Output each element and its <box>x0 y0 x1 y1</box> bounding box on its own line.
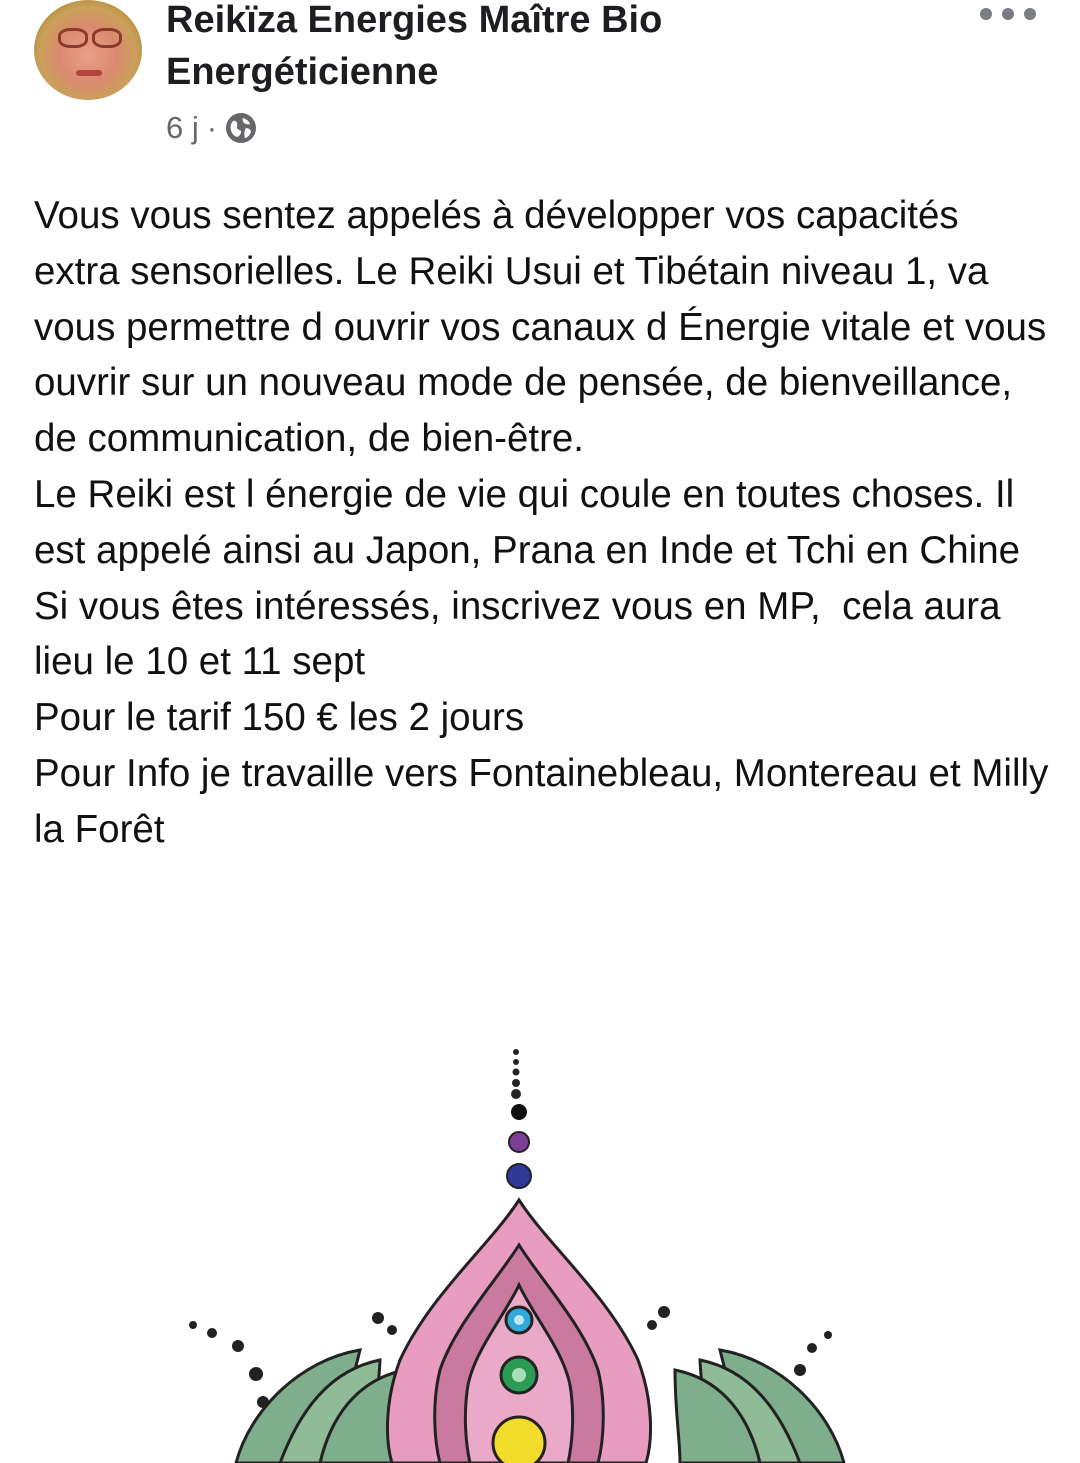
avatar-mouth <box>76 70 102 76</box>
post-header: Reikïza Energies Maître Bio Energéticien… <box>0 0 1080 160</box>
lotus-illustration <box>189 1049 846 1463</box>
post-timestamp[interactable]: 6 j <box>166 110 199 146</box>
avatar-glasses-left <box>58 28 88 48</box>
post-meta: 6 j · <box>166 108 257 148</box>
author-name[interactable]: Reikïza Energies Maître Bio Energéticien… <box>166 0 906 98</box>
post-text: Vous vous sentez appelés à développer vo… <box>34 194 1049 851</box>
more-dot <box>980 8 992 20</box>
author-avatar[interactable] <box>34 0 142 100</box>
post-image-lotus[interactable] <box>0 1030 1080 1463</box>
more-dot <box>1002 8 1014 20</box>
more-dot <box>1024 8 1036 20</box>
more-options-button[interactable] <box>980 0 1036 28</box>
avatar-glasses-right <box>92 28 122 48</box>
globe-icon <box>225 112 257 144</box>
meta-separator: · <box>206 110 218 145</box>
